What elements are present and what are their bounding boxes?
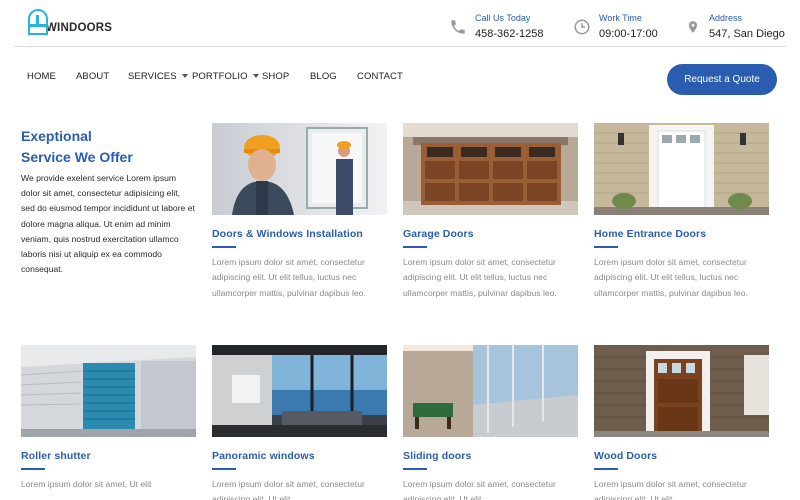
section-title-line1: Exeptional bbox=[21, 128, 92, 144]
service-description: Lorem ipsum dolor sit amet, consectetur … bbox=[594, 479, 747, 500]
service-card: Sliding doors Lorem ipsum dolor sit amet… bbox=[403, 345, 578, 500]
top-bar: WINDOORS Call Us Today 458-362-1258 Work… bbox=[0, 0, 800, 47]
section-title: Exeptional Service We Offer bbox=[21, 126, 201, 168]
service-title[interactable]: Sliding doors bbox=[403, 450, 578, 462]
service-description: Lorem ipsum dolor sit amet, consectetur … bbox=[594, 257, 748, 298]
nav-services-label: SERVICES bbox=[128, 71, 177, 82]
hours-label: Work Time bbox=[599, 13, 642, 23]
panoramic-window-photo[interactable] bbox=[212, 345, 387, 437]
service-title[interactable]: Garage Doors bbox=[403, 228, 578, 240]
wood-door-photo[interactable] bbox=[594, 345, 769, 437]
service-description: Lorem ipsum dolor sit amet, consectetur … bbox=[403, 479, 556, 500]
title-underline bbox=[21, 468, 45, 470]
title-underline bbox=[212, 468, 236, 470]
service-title[interactable]: Home Entrance Doors bbox=[594, 228, 769, 240]
garage-door-photo[interactable] bbox=[403, 123, 578, 215]
service-card: Panoramic windows Lorem ipsum dolor sit … bbox=[212, 345, 387, 500]
entrance-door-photo[interactable] bbox=[594, 123, 769, 215]
nav-services[interactable]: SERVICES bbox=[128, 71, 188, 82]
service-card: Doors & Windows Installation Lorem ipsum… bbox=[212, 123, 387, 301]
title-underline bbox=[403, 468, 427, 470]
title-underline bbox=[594, 246, 618, 248]
service-description: Lorem ipsum dolor sit amet, Ut elit bbox=[21, 479, 152, 489]
service-title[interactable]: Doors & Windows Installation bbox=[212, 228, 387, 240]
service-description: Lorem ipsum dolor sit amet, consectetur … bbox=[403, 257, 557, 298]
main-nav: HOME ABOUT SERVICES PORTFOLIO SHOP BLOG … bbox=[0, 47, 800, 109]
window-logo-icon bbox=[28, 9, 48, 35]
section-description: We provide exelent service Lorem ipsum d… bbox=[21, 173, 195, 275]
nav-portfolio[interactable]: PORTFOLIO bbox=[192, 71, 259, 82]
title-underline bbox=[212, 246, 236, 248]
brand-name: WINDOORS bbox=[46, 22, 113, 34]
nav-home[interactable]: HOME bbox=[27, 71, 56, 82]
phone-icon bbox=[451, 20, 465, 34]
roller-shutter-photo[interactable] bbox=[21, 345, 196, 437]
service-description: Lorem ipsum dolor sit amet, consectetur … bbox=[212, 479, 365, 500]
service-card: Garage Doors Lorem ipsum dolor sit amet,… bbox=[403, 123, 578, 301]
nav-blog[interactable]: BLOG bbox=[310, 71, 337, 82]
nav-contact[interactable]: CONTACT bbox=[357, 71, 403, 82]
installation-photo[interactable] bbox=[212, 123, 387, 215]
logo[interactable]: WINDOORS bbox=[28, 5, 112, 35]
nav-about[interactable]: ABOUT bbox=[76, 71, 109, 82]
service-title[interactable]: Wood Doors bbox=[594, 450, 769, 462]
chevron-down-icon bbox=[252, 74, 259, 79]
nav-portfolio-label: PORTFOLIO bbox=[192, 71, 248, 82]
service-description: Lorem ipsum dolor sit amet, consectetur … bbox=[212, 257, 366, 298]
service-card: Roller shutter Lorem ipsum dolor sit ame… bbox=[21, 345, 196, 492]
service-card: Home Entrance Doors Lorem ipsum dolor si… bbox=[594, 123, 769, 301]
sliding-door-photo[interactable] bbox=[403, 345, 578, 437]
nav-shop[interactable]: SHOP bbox=[262, 71, 289, 82]
hours-value: 09:00-17:00 bbox=[599, 28, 658, 40]
chevron-down-icon bbox=[181, 74, 188, 79]
clock-icon bbox=[574, 19, 590, 35]
phone-label: Call Us Today bbox=[475, 13, 531, 23]
contact-hours: Work Time 09:00-17:00 bbox=[573, 11, 658, 43]
service-card: Wood Doors Lorem ipsum dolor sit amet, c… bbox=[594, 345, 769, 500]
title-underline bbox=[403, 246, 427, 248]
service-title[interactable]: Roller shutter bbox=[21, 450, 196, 462]
request-quote-button[interactable]: Request a Quote bbox=[667, 64, 777, 95]
contact-phone: Call Us Today 458-362-1258 bbox=[449, 11, 544, 43]
service-title[interactable]: Panoramic windows bbox=[212, 450, 387, 462]
map-pin-icon bbox=[688, 21, 698, 33]
phone-value[interactable]: 458-362-1258 bbox=[475, 25, 544, 43]
title-underline bbox=[594, 468, 618, 470]
address-label: Address bbox=[709, 13, 743, 23]
address-value: 547, San Diego bbox=[709, 28, 785, 40]
contact-address: Address 547, San Diego bbox=[686, 11, 785, 43]
section-title-line2: Service We Offer bbox=[21, 149, 133, 165]
